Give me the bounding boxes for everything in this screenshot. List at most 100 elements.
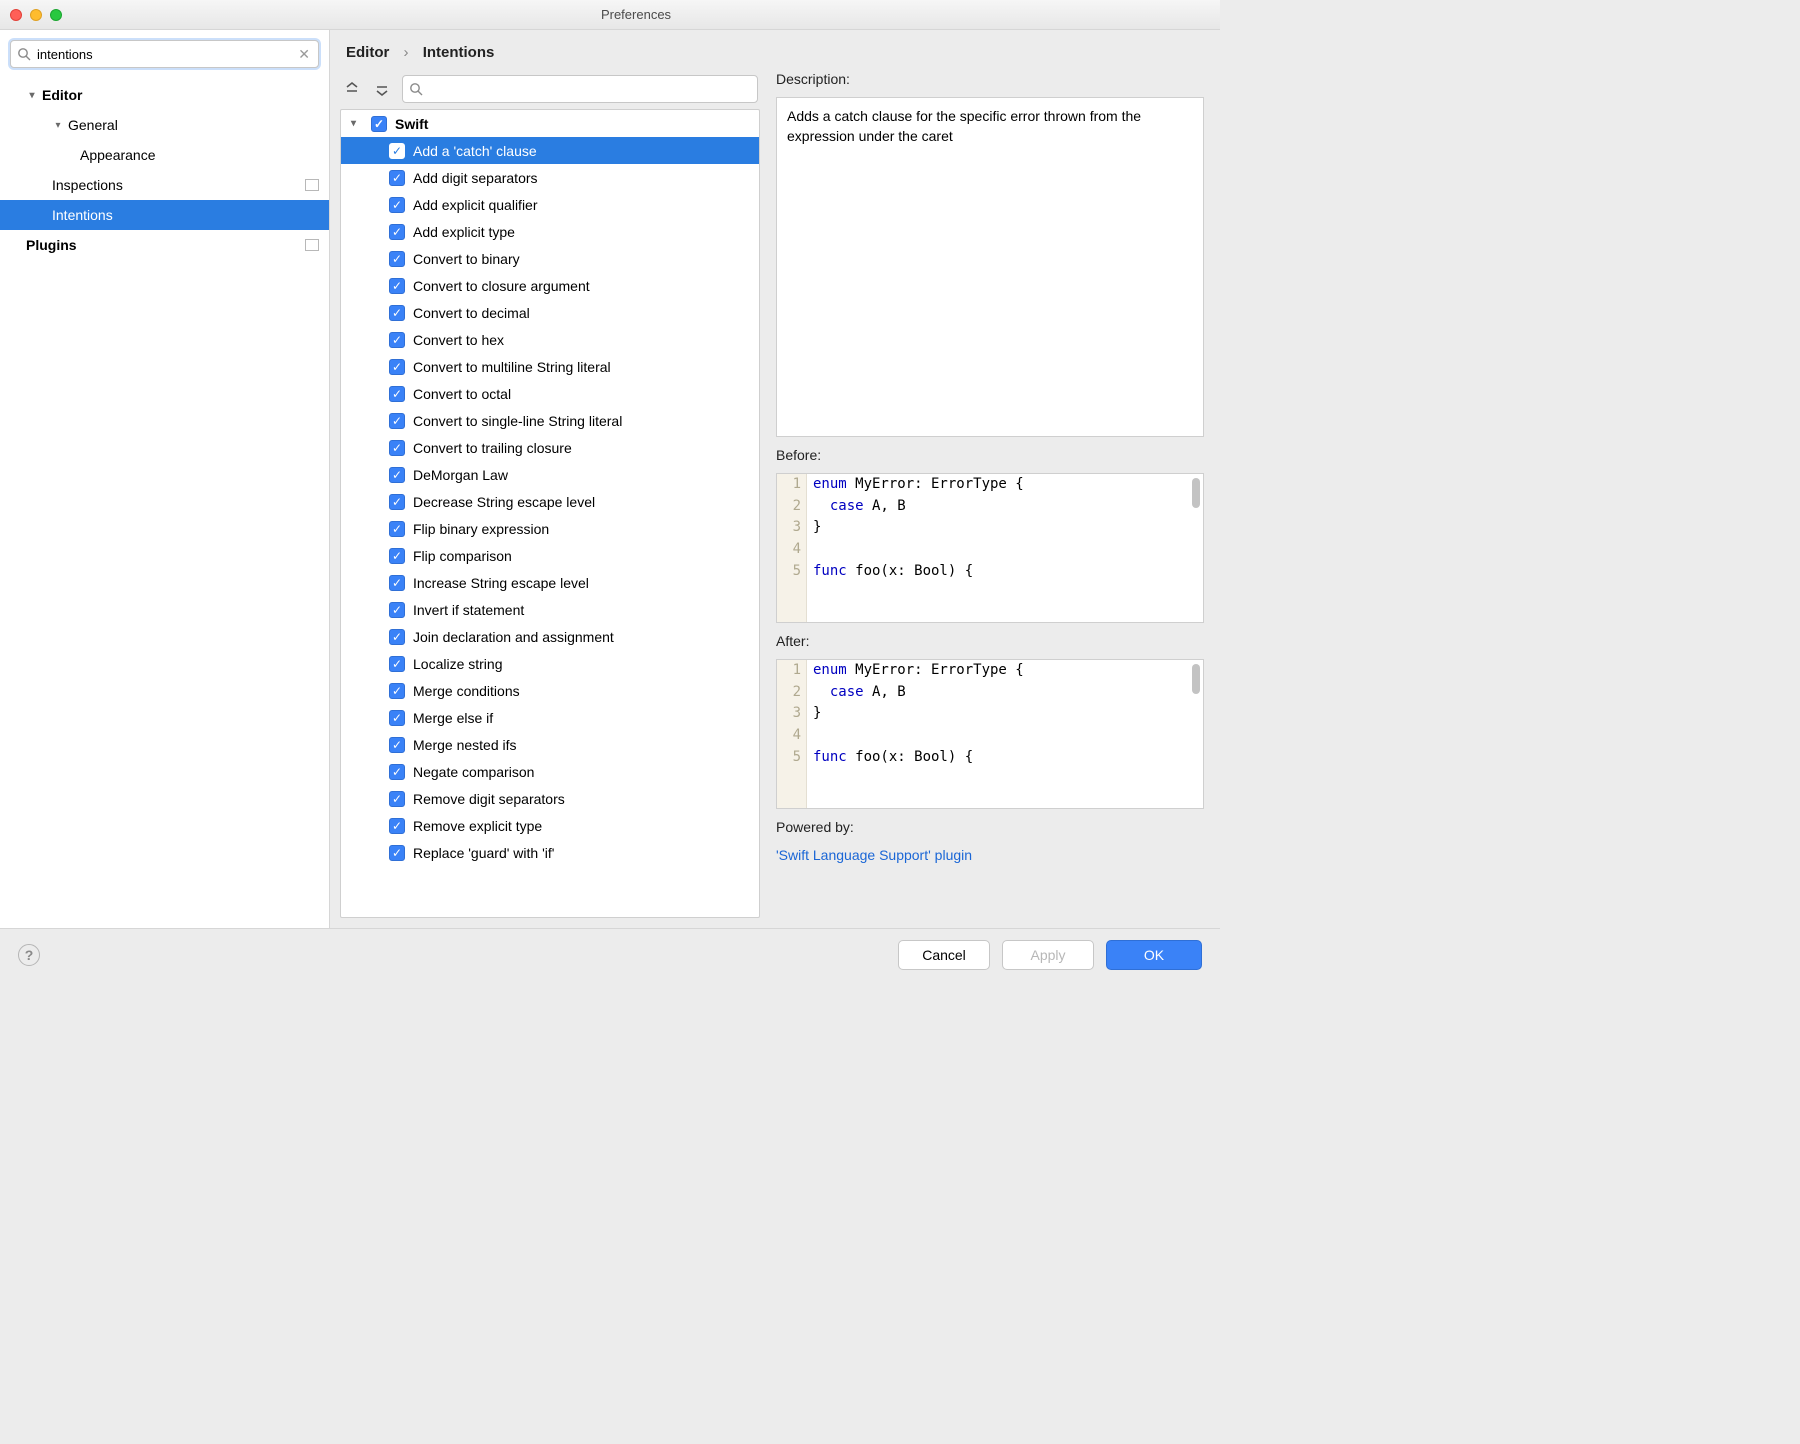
intention-checkbox[interactable]: ✓ xyxy=(389,386,405,402)
intention-group-swift[interactable]: ▾✓Swift xyxy=(341,110,759,137)
intention-checkbox[interactable]: ✓ xyxy=(389,332,405,348)
cancel-button[interactable]: Cancel xyxy=(898,940,990,970)
intention-checkbox[interactable]: ✓ xyxy=(389,197,405,213)
intention-label: Merge else if xyxy=(413,710,493,726)
intention-checkbox[interactable]: ✓ xyxy=(389,413,405,429)
code-text: case A, B xyxy=(807,496,906,518)
intention-item[interactable]: ✓Replace 'guard' with 'if' xyxy=(341,839,759,866)
intention-label: Join declaration and assignment xyxy=(413,629,614,645)
intention-checkbox[interactable]: ✓ xyxy=(389,224,405,240)
intention-item[interactable]: ✓ Merge else if xyxy=(341,704,759,731)
intention-label: Decrease String escape level xyxy=(413,494,595,510)
intention-checkbox[interactable]: ✓ xyxy=(389,629,405,645)
intention-checkbox[interactable]: ✓ xyxy=(389,845,405,861)
intention-checkbox[interactable]: ✓ xyxy=(389,278,405,294)
intention-checkbox[interactable]: ✓ xyxy=(389,764,405,780)
sidebar-item-appearance[interactable]: Appearance xyxy=(0,140,329,170)
intention-item[interactable]: ✓Remove digit separators xyxy=(341,785,759,812)
intention-item[interactable]: ✓ Join declaration and assignment xyxy=(341,623,759,650)
sidebar-item-editor[interactable]: ▾ Editor xyxy=(0,80,329,110)
intention-item[interactable]: ✓Convert to single-line String literal xyxy=(341,407,759,434)
intention-item[interactable]: ✓Increase String escape level xyxy=(341,569,759,596)
intention-checkbox[interactable]: ✓ xyxy=(389,737,405,753)
sidebar-item-label: Editor xyxy=(42,87,82,103)
clear-search-icon[interactable]: ✕ xyxy=(296,46,312,63)
intention-checkbox[interactable]: ✓ xyxy=(389,467,405,483)
code-text: func foo(x: Bool) { xyxy=(807,561,973,583)
intentions-filter[interactable] xyxy=(402,75,758,103)
intention-checkbox[interactable]: ✓ xyxy=(389,656,405,672)
intention-item[interactable]: ✓Remove explicit type xyxy=(341,812,759,839)
intention-item[interactable]: ✓ Convert to multiline String literal xyxy=(341,353,759,380)
breadcrumb-leaf: Intentions xyxy=(423,44,495,61)
close-window-button[interactable] xyxy=(10,9,22,21)
preferences-search-input[interactable] xyxy=(37,47,290,62)
sidebar-item-intentions[interactable]: Intentions xyxy=(0,200,329,230)
intention-checkbox[interactable]: ✓ xyxy=(389,494,405,510)
intention-checkbox[interactable]: ✓ xyxy=(389,359,405,375)
sidebar-item-general[interactable]: ▾ General xyxy=(0,110,329,140)
intention-checkbox[interactable]: ✓ xyxy=(389,683,405,699)
plugin-link[interactable]: 'Swift Language Support' plugin xyxy=(776,845,1204,863)
intention-checkbox[interactable]: ✓ xyxy=(389,143,405,159)
intention-item[interactable]: ✓Flip binary expression xyxy=(341,515,759,542)
group-label: Swift xyxy=(395,116,428,132)
intention-item[interactable]: ✓Convert to octal xyxy=(341,380,759,407)
code-line: 5func foo(x: Bool) { xyxy=(777,561,1203,583)
intention-item[interactable]: ✓ Add explicit type xyxy=(341,218,759,245)
intention-checkbox[interactable]: ✓ xyxy=(389,440,405,456)
intention-item[interactable]: ✓Merge nested ifs xyxy=(341,731,759,758)
group-checkbox[interactable]: ✓ xyxy=(371,116,387,132)
intention-checkbox[interactable]: ✓ xyxy=(389,305,405,321)
minimize-window-button[interactable] xyxy=(30,9,42,21)
line-number: 2 xyxy=(777,682,807,704)
intention-checkbox[interactable]: ✓ xyxy=(389,170,405,186)
intention-item[interactable]: ✓DeMorgan Law xyxy=(341,461,759,488)
zoom-window-button[interactable] xyxy=(50,9,62,21)
search-icon xyxy=(409,82,423,96)
intention-label: Convert to multiline String literal xyxy=(413,359,611,375)
intention-item[interactable]: ✓Convert to hex xyxy=(341,326,759,353)
intention-checkbox[interactable]: ✓ xyxy=(389,818,405,834)
titlebar: Preferences xyxy=(0,0,1220,30)
sidebar-item-plugins[interactable]: Plugins xyxy=(0,230,329,260)
intention-checkbox[interactable]: ✓ xyxy=(389,521,405,537)
intention-item[interactable]: ✓Localize string xyxy=(341,650,759,677)
intention-label: Convert to closure argument xyxy=(413,278,590,294)
intention-item[interactable]: ✓ Decrease String escape level xyxy=(341,488,759,515)
intention-item[interactable]: ✓Flip comparison xyxy=(341,542,759,569)
ok-button[interactable]: OK xyxy=(1106,940,1202,970)
intention-item[interactable]: ✓Invert if statement xyxy=(341,596,759,623)
intention-checkbox[interactable]: ✓ xyxy=(389,710,405,726)
intention-checkbox[interactable]: ✓ xyxy=(389,575,405,591)
intention-item[interactable]: ✓Add a 'catch' clause xyxy=(341,137,759,164)
line-number: 1 xyxy=(777,474,807,496)
intention-checkbox[interactable]: ✓ xyxy=(389,251,405,267)
intention-item[interactable]: ✓Convert to trailing closure xyxy=(341,434,759,461)
intentions-filter-input[interactable] xyxy=(429,82,751,97)
code-line: 3} xyxy=(777,517,1203,539)
intention-item[interactable]: ✓Merge conditions xyxy=(341,677,759,704)
intention-item[interactable]: ✓Convert to decimal xyxy=(341,299,759,326)
intention-item[interactable]: ✓Add explicit qualifier xyxy=(341,191,759,218)
intention-label: Add explicit type xyxy=(413,224,515,240)
apply-button[interactable]: Apply xyxy=(1002,940,1094,970)
preferences-search[interactable]: ✕ xyxy=(10,40,319,68)
intention-checkbox[interactable]: ✓ xyxy=(389,602,405,618)
intention-label: Negate comparison xyxy=(413,764,534,780)
sidebar-item-inspections[interactable]: Inspections xyxy=(0,170,329,200)
intentions-tree[interactable]: ▾✓Swift✓Add a 'catch' clause✓Add digit s… xyxy=(340,109,760,918)
help-button[interactable]: ? xyxy=(18,944,40,966)
sidebar-item-label: Intentions xyxy=(52,207,113,223)
intention-checkbox[interactable]: ✓ xyxy=(389,791,405,807)
breadcrumb-separator-icon: › xyxy=(394,44,419,61)
line-number: 4 xyxy=(777,539,807,561)
intention-item[interactable]: ✓Add digit separators xyxy=(341,164,759,191)
expand-all-button[interactable] xyxy=(342,79,362,99)
collapse-all-button[interactable] xyxy=(372,79,392,99)
intention-item[interactable]: ✓ Convert to closure argument xyxy=(341,272,759,299)
intention-item[interactable]: ✓Convert to binary xyxy=(341,245,759,272)
code-line: 5func foo(x: Bool) { xyxy=(777,747,1203,769)
intention-item[interactable]: ✓ Negate comparison xyxy=(341,758,759,785)
intention-checkbox[interactable]: ✓ xyxy=(389,548,405,564)
